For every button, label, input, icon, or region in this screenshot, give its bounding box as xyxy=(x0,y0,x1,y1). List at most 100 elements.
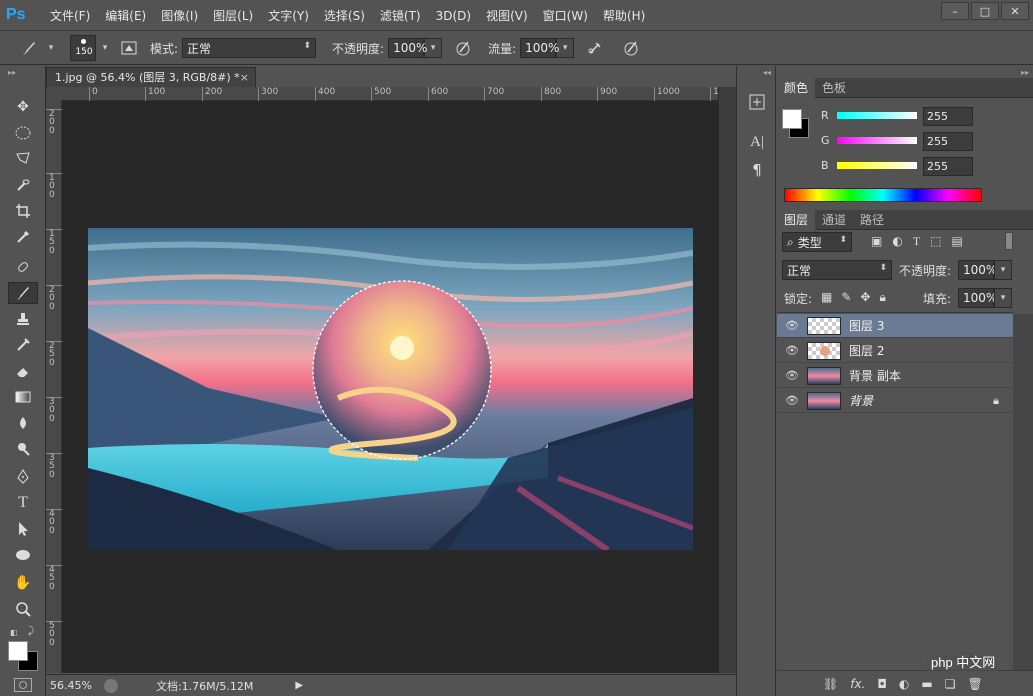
green-track[interactable] xyxy=(837,137,917,144)
gradient-tool-icon[interactable] xyxy=(8,386,38,408)
lasso-tool-icon[interactable] xyxy=(8,148,38,170)
brush-size-dropdown[interactable]: ▾ xyxy=(96,38,114,58)
add-mask-icon[interactable]: ◘ xyxy=(877,677,887,691)
brush-panel-toggle-icon[interactable] xyxy=(118,37,140,59)
brush-size-picker[interactable]: 150 xyxy=(70,35,96,61)
filter-adjustment-icon[interactable]: ◐ xyxy=(892,234,902,249)
quick-mask-icon[interactable] xyxy=(14,678,32,692)
foreground-color-swatch[interactable] xyxy=(8,641,28,661)
lock-all-icon[interactable]: 🔒︎ xyxy=(879,290,885,305)
pressure-opacity-icon[interactable] xyxy=(452,37,474,59)
layer-opacity-input[interactable]: 100% xyxy=(958,260,997,280)
move-tool-icon[interactable]: ✥ xyxy=(8,96,38,118)
document-image[interactable] xyxy=(88,228,693,550)
collapse-icon[interactable]: ▸▸ xyxy=(8,68,16,77)
menu-edit[interactable]: 编辑(E) xyxy=(105,7,146,24)
eyedropper-tool-icon[interactable] xyxy=(8,226,38,248)
status-options-icon[interactable] xyxy=(103,678,118,693)
collapse-icon[interactable]: ▸▸ xyxy=(1021,68,1029,77)
dodge-tool-icon[interactable] xyxy=(8,438,38,460)
character-panel-icon[interactable]: A| xyxy=(745,130,769,154)
clone-stamp-tool-icon[interactable] xyxy=(8,308,38,330)
crop-tool-icon[interactable] xyxy=(8,200,38,222)
filter-toggle[interactable] xyxy=(1005,232,1013,250)
blue-value[interactable]: 255 xyxy=(923,157,973,176)
visibility-eye-icon[interactable]: 👁︎ xyxy=(777,369,807,382)
adjustment-layer-icon[interactable]: ◐ xyxy=(899,677,909,691)
link-layers-icon[interactable]: ⛓︎ xyxy=(823,677,838,691)
menu-view[interactable]: 视图(V) xyxy=(486,7,528,24)
tab-channels[interactable]: 通道 xyxy=(815,210,853,230)
layer-row[interactable]: 👁︎ 图层 3 xyxy=(777,314,1013,338)
lock-transparency-icon[interactable]: ▦ xyxy=(821,290,832,305)
menu-file[interactable]: 文件(F) xyxy=(50,7,90,24)
ruler-origin[interactable] xyxy=(46,87,62,101)
opacity-input[interactable]: 100% xyxy=(388,38,427,58)
menu-select[interactable]: 选择(S) xyxy=(324,7,365,24)
color-spectrum[interactable] xyxy=(784,188,982,202)
menu-3d[interactable]: 3D(D) xyxy=(436,9,471,23)
status-arrow-icon[interactable]: ▶ xyxy=(295,680,303,691)
filter-smart-object-icon[interactable]: ▤ xyxy=(952,234,963,249)
swap-colors-icon[interactable]: ⤸ xyxy=(28,626,34,637)
vertical-scrollbar[interactable] xyxy=(718,87,736,673)
lock-pixels-icon[interactable]: ✎ xyxy=(841,290,851,305)
layer-opacity-dropdown[interactable]: ▾ xyxy=(994,260,1012,280)
red-value[interactable]: 255 xyxy=(923,107,973,126)
maximize-button[interactable]: □ xyxy=(971,2,999,20)
menu-filter[interactable]: 滤镜(T) xyxy=(380,7,421,24)
layer-row[interactable]: 👁︎ 背景 🔒︎ xyxy=(777,389,1013,413)
tab-layers[interactable]: 图层 xyxy=(777,210,816,230)
tab-color[interactable]: 颜色 xyxy=(777,78,816,98)
blue-track[interactable] xyxy=(837,162,917,169)
delete-layer-icon[interactable]: 🗑︎ xyxy=(967,677,982,691)
menu-window[interactable]: 窗口(W) xyxy=(543,7,588,24)
layers-scrollbar[interactable] xyxy=(1013,314,1033,670)
marquee-tool-icon[interactable] xyxy=(8,122,38,144)
pressure-size-icon[interactable] xyxy=(620,37,642,59)
brush-tool-icon[interactable] xyxy=(18,37,40,59)
eraser-tool-icon[interactable] xyxy=(8,360,38,382)
filter-pixel-icon[interactable]: ▣ xyxy=(871,234,882,249)
document-tab[interactable]: 1.jpg @ 56.4% (图层 3, RGB/8#) * × xyxy=(46,67,256,87)
zoom-tool-icon[interactable] xyxy=(8,598,38,620)
tool-preset-dropdown[interactable]: ▾ xyxy=(42,38,60,58)
path-select-tool-icon[interactable] xyxy=(8,518,38,540)
fill-input[interactable]: 100% xyxy=(958,288,997,308)
zoom-level[interactable]: 56.45% xyxy=(50,679,92,692)
new-group-icon[interactable]: ▬ xyxy=(921,677,932,691)
lock-position-icon[interactable]: ✥ xyxy=(860,290,870,305)
green-value[interactable]: 255 xyxy=(923,132,973,151)
filter-shape-icon[interactable]: ⬚ xyxy=(930,234,941,249)
close-button[interactable]: ✕ xyxy=(1001,2,1029,20)
layer-style-icon[interactable]: fx. xyxy=(850,677,865,691)
flow-input[interactable]: 100% xyxy=(520,38,559,58)
close-tab-icon[interactable]: × xyxy=(240,68,249,87)
tab-paths[interactable]: 路径 xyxy=(853,210,891,230)
quick-select-tool-icon[interactable] xyxy=(8,174,38,196)
default-colors-icon[interactable]: ◧ xyxy=(10,628,18,637)
brush-tool-icon[interactable] xyxy=(8,282,38,304)
visibility-eye-icon[interactable]: 👁︎ xyxy=(777,394,807,407)
menu-layer[interactable]: 图层(L) xyxy=(213,7,253,24)
hand-tool-icon[interactable]: ✋ xyxy=(8,572,38,594)
layer-row[interactable]: 👁︎ 图层 2 xyxy=(777,339,1013,363)
visibility-eye-icon[interactable]: 👁︎ xyxy=(777,319,807,332)
filter-type-icon[interactable]: T xyxy=(913,234,920,249)
blend-mode-dropdown[interactable]: 正常 ⬍ xyxy=(782,260,892,280)
layer-row[interactable]: 👁︎ 背景 副本 xyxy=(777,364,1013,388)
ellipse-tool-icon[interactable] xyxy=(8,544,38,566)
menu-help[interactable]: 帮助(H) xyxy=(603,7,645,24)
history-brush-tool-icon[interactable] xyxy=(8,334,38,356)
fill-dropdown[interactable]: ▾ xyxy=(994,288,1012,308)
airbrush-icon[interactable] xyxy=(584,37,606,59)
mode-dropdown[interactable]: 正常 ⬍ xyxy=(182,38,317,58)
history-panel-icon[interactable] xyxy=(745,90,769,114)
healing-brush-tool-icon[interactable] xyxy=(8,256,38,278)
pen-tool-icon[interactable] xyxy=(8,466,38,488)
tab-swatches[interactable]: 色板 xyxy=(815,78,853,98)
collapse-icon[interactable]: ◂◂ xyxy=(763,68,771,77)
menu-type[interactable]: 文字(Y) xyxy=(268,7,309,24)
menu-image[interactable]: 图像(I) xyxy=(161,7,198,24)
paragraph-panel-icon[interactable]: ¶ xyxy=(745,158,769,182)
